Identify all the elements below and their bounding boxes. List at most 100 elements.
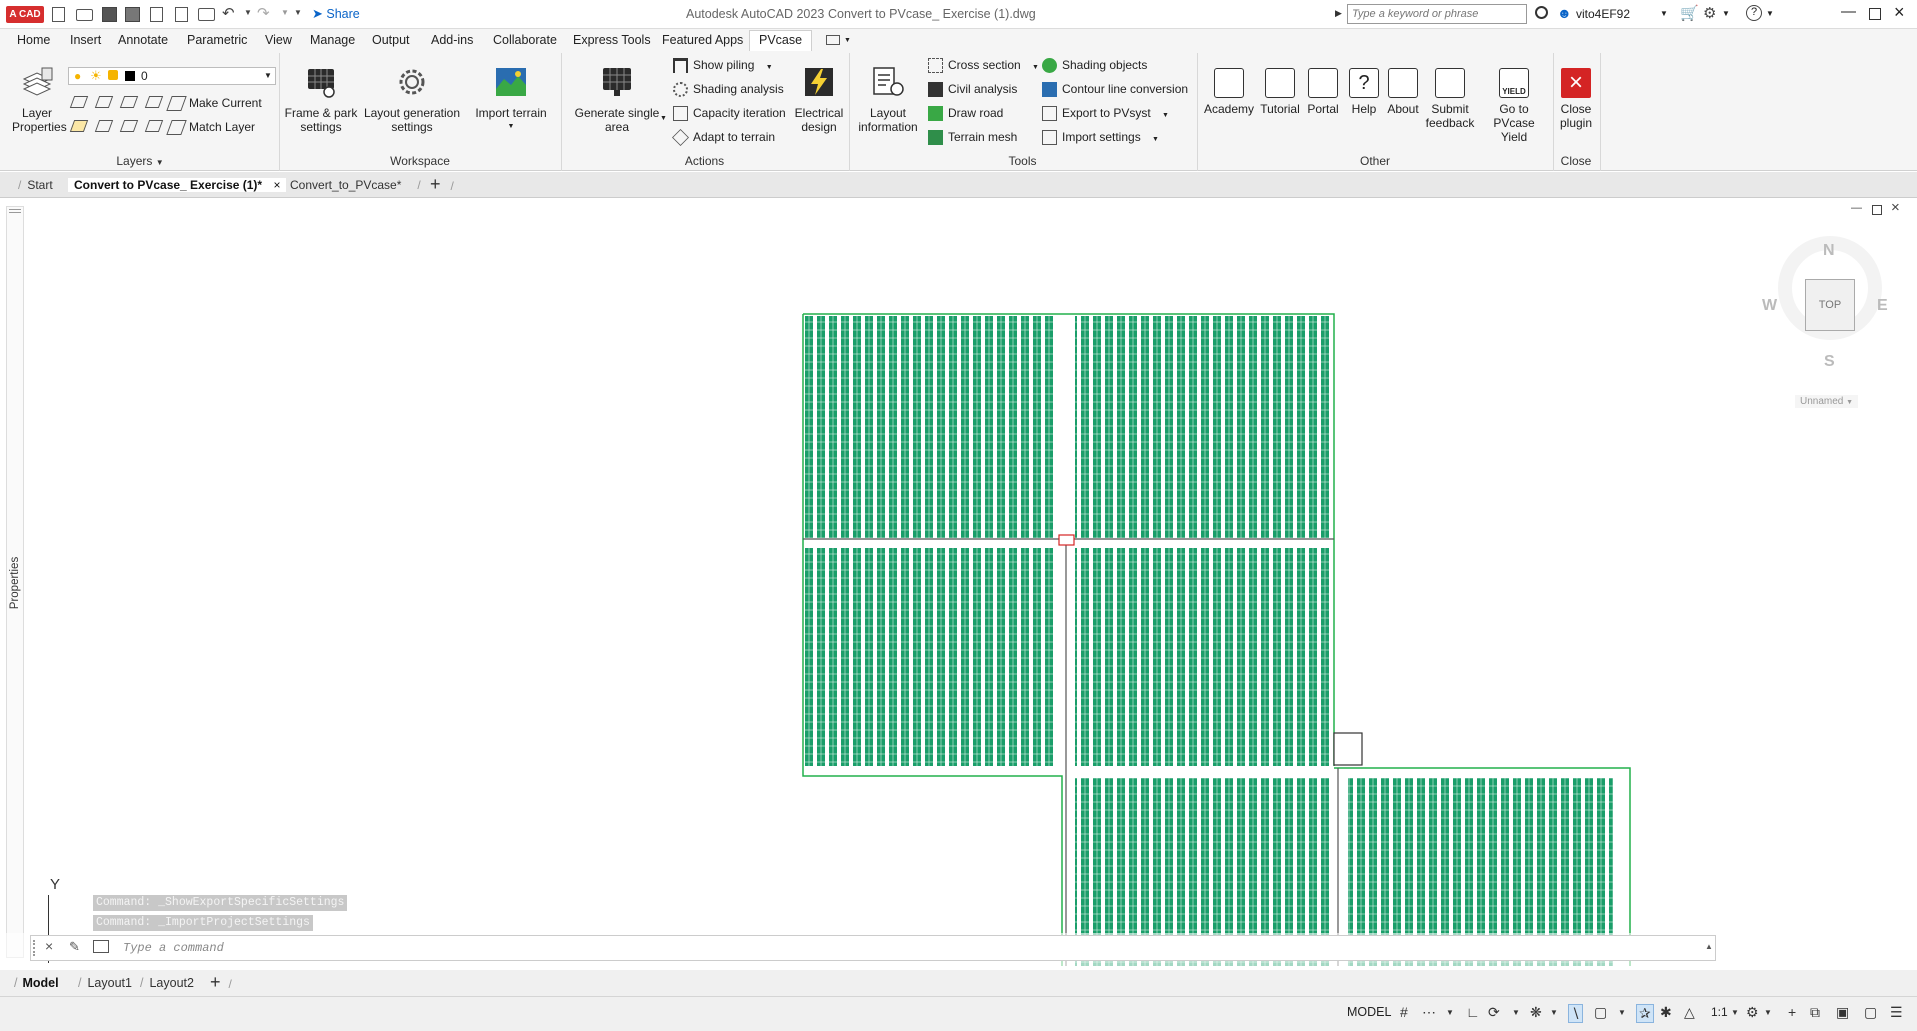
snap-dropdown-icon[interactable]: ▼: [1446, 1008, 1454, 1017]
close-command-icon[interactable]: ×: [45, 938, 53, 954]
workspace-dropdown-icon[interactable]: ▼: [1764, 1008, 1772, 1017]
layout-tab-model[interactable]: / Model: [14, 976, 59, 990]
adapt-to-terrain-button[interactable]: Adapt to terrain: [672, 127, 775, 147]
layer-unisolate-icon[interactable]: [94, 120, 114, 132]
redo-dropdown-icon[interactable]: ▼: [281, 8, 289, 17]
redo-icon[interactable]: ↷: [257, 4, 270, 22]
layer-dropdown[interactable]: ● ☀ 0 ▼: [68, 67, 276, 85]
search-expand-icon[interactable]: ▶: [1335, 8, 1342, 19]
tab-manage[interactable]: Manage: [310, 33, 355, 47]
object-snap-tracking-icon[interactable]: ▢: [1594, 1004, 1607, 1021]
tab-insert[interactable]: Insert: [70, 33, 101, 47]
inverter-station[interactable]: [1058, 534, 1075, 546]
open-icon[interactable]: [76, 9, 93, 21]
search-input[interactable]: Type a keyword or phrase: [1347, 4, 1527, 24]
tab-add-ins[interactable]: Add-ins: [431, 33, 473, 47]
save-icon[interactable]: [102, 7, 117, 22]
help-dropdown-icon[interactable]: ▼: [1766, 9, 1774, 18]
terrain-mesh-button[interactable]: Terrain mesh: [928, 127, 1017, 147]
command-expand-icon[interactable]: ▲: [1705, 942, 1713, 951]
ribbon-options-dropdown-icon[interactable]: ▼: [844, 37, 851, 44]
command-line[interactable]: × ✎ Type a command ▲: [30, 935, 1716, 961]
portal-button[interactable]: Portal: [1300, 68, 1346, 116]
app-logo[interactable]: A CAD: [6, 6, 44, 23]
plot-icon[interactable]: [198, 8, 215, 21]
about-button[interactable]: About: [1380, 68, 1426, 116]
tab-annotate[interactable]: Annotate: [118, 33, 168, 47]
contour-line-conversion-button[interactable]: Contour line conversion: [1042, 79, 1188, 99]
share-button[interactable]: ➤ Share: [312, 6, 360, 22]
close-tab-icon[interactable]: ×: [273, 178, 280, 192]
polar-icon[interactable]: ⟳: [1488, 1004, 1500, 1021]
units-icon[interactable]: ⧉: [1810, 1004, 1820, 1021]
panel-label-layers[interactable]: Layers ▼: [100, 154, 180, 168]
layer-on-icon[interactable]: [69, 120, 89, 132]
isodraft-dropdown-icon[interactable]: ▼: [1550, 1008, 1558, 1017]
new-tab-button[interactable]: + /: [430, 174, 454, 195]
layout-tab-layout1[interactable]: / Layout1: [78, 976, 132, 990]
frame-park-settings-button[interactable]: Frame & park settings: [282, 65, 360, 134]
make-current-button[interactable]: Make Current: [166, 93, 262, 113]
search-icon[interactable]: [1535, 6, 1548, 19]
command-grip-icon[interactable]: [33, 940, 37, 956]
generate-dropdown-icon[interactable]: ▼: [660, 115, 667, 122]
model-space-button[interactable]: MODEL: [1347, 1005, 1391, 1019]
submit-feedback-button[interactable]: Submit feedback: [1422, 68, 1478, 130]
recent-commands-icon[interactable]: [93, 940, 109, 953]
customize-qat-icon[interactable]: ▼: [294, 8, 302, 17]
annotation-monitor-icon[interactable]: +: [1788, 1004, 1796, 1020]
connect-dropdown-icon[interactable]: ▼: [1722, 9, 1730, 18]
annotation-scale-value[interactable]: 1:1: [1711, 1005, 1728, 1019]
tab-featured-apps[interactable]: Featured Apps: [662, 33, 743, 47]
user-icon[interactable]: ☻: [1557, 5, 1572, 21]
academy-button[interactable]: Academy: [1201, 68, 1257, 116]
civil-analysis-button[interactable]: Civil analysis: [928, 79, 1017, 99]
clean-screen-icon[interactable]: ▢: [1864, 1004, 1877, 1021]
pv-block-top-left[interactable]: [805, 316, 1055, 538]
draw-road-button[interactable]: Draw road: [928, 103, 1003, 123]
cross-section-button[interactable]: Cross section ▼: [928, 55, 1039, 75]
isodraft-icon[interactable]: ❋: [1530, 1004, 1542, 1021]
doc-tab-exercise[interactable]: Convert to PVcase_ Exercise (1)* ×: [68, 178, 287, 192]
import-settings-button[interactable]: Import settings ▼: [1042, 127, 1159, 147]
connect-icon[interactable]: ⚙: [1703, 4, 1716, 22]
export-to-pvsyst-button[interactable]: Export to PVsyst ▼: [1042, 103, 1169, 123]
layer-lock-icon[interactable]: [144, 96, 164, 108]
show-piling-button[interactable]: Show piling ▼: [673, 55, 773, 75]
scale-dropdown-icon[interactable]: ▼: [1731, 1008, 1739, 1017]
tab-express-tools[interactable]: Express Tools: [573, 33, 651, 47]
doc-tab-convert[interactable]: Convert_to_PVcase* /: [290, 178, 421, 192]
layer-properties-button[interactable]: Layer Properties: [6, 65, 68, 134]
substation-box[interactable]: [1333, 732, 1363, 766]
export-icon[interactable]: [175, 7, 188, 22]
shading-objects-button[interactable]: Shading objects: [1042, 55, 1147, 75]
layer-freeze-icon[interactable]: [119, 96, 139, 108]
cart-icon[interactable]: 🛒: [1680, 4, 1699, 22]
tab-parametric[interactable]: Parametric: [187, 33, 247, 47]
match-layer-button[interactable]: Match Layer: [166, 117, 255, 137]
minimize-button[interactable]: —: [1841, 3, 1856, 20]
polar-dropdown-icon[interactable]: ▼: [1512, 1008, 1520, 1017]
pv-block-mid-left[interactable]: [805, 548, 1055, 766]
command-input[interactable]: Type a command: [123, 941, 224, 955]
pv-block-top-right[interactable]: [1075, 316, 1330, 538]
customization-menu-icon[interactable]: ☰: [1890, 1004, 1903, 1021]
grid-icon[interactable]: #: [1400, 1004, 1408, 1020]
help-icon[interactable]: ?: [1746, 5, 1762, 21]
undo-dropdown-icon[interactable]: ▼: [244, 8, 252, 17]
layout-tab-layout2[interactable]: / Layout2: [140, 976, 194, 990]
save-as-icon[interactable]: [125, 7, 140, 22]
ribbon-minimize-icon[interactable]: [826, 35, 840, 45]
layout-information-button[interactable]: Layout information: [853, 65, 923, 134]
capacity-iteration-button[interactable]: Capacity iteration: [673, 103, 786, 123]
maximize-button[interactable]: [1869, 8, 1881, 20]
layer-thaw-icon[interactable]: [119, 120, 139, 132]
electrical-design-button[interactable]: Electrical design: [789, 65, 849, 134]
auto-scale-icon[interactable]: ✱: [1660, 1004, 1672, 1021]
tutorial-button[interactable]: Tutorial: [1253, 68, 1307, 116]
layer-off-icon[interactable]: [69, 96, 89, 108]
snap-icon[interactable]: ⋯: [1422, 1004, 1436, 1021]
close-plugin-button[interactable]: × Close plugin: [1554, 68, 1598, 130]
workspace-gear-icon[interactable]: ⚙: [1746, 1004, 1759, 1021]
tab-view[interactable]: View: [265, 33, 292, 47]
